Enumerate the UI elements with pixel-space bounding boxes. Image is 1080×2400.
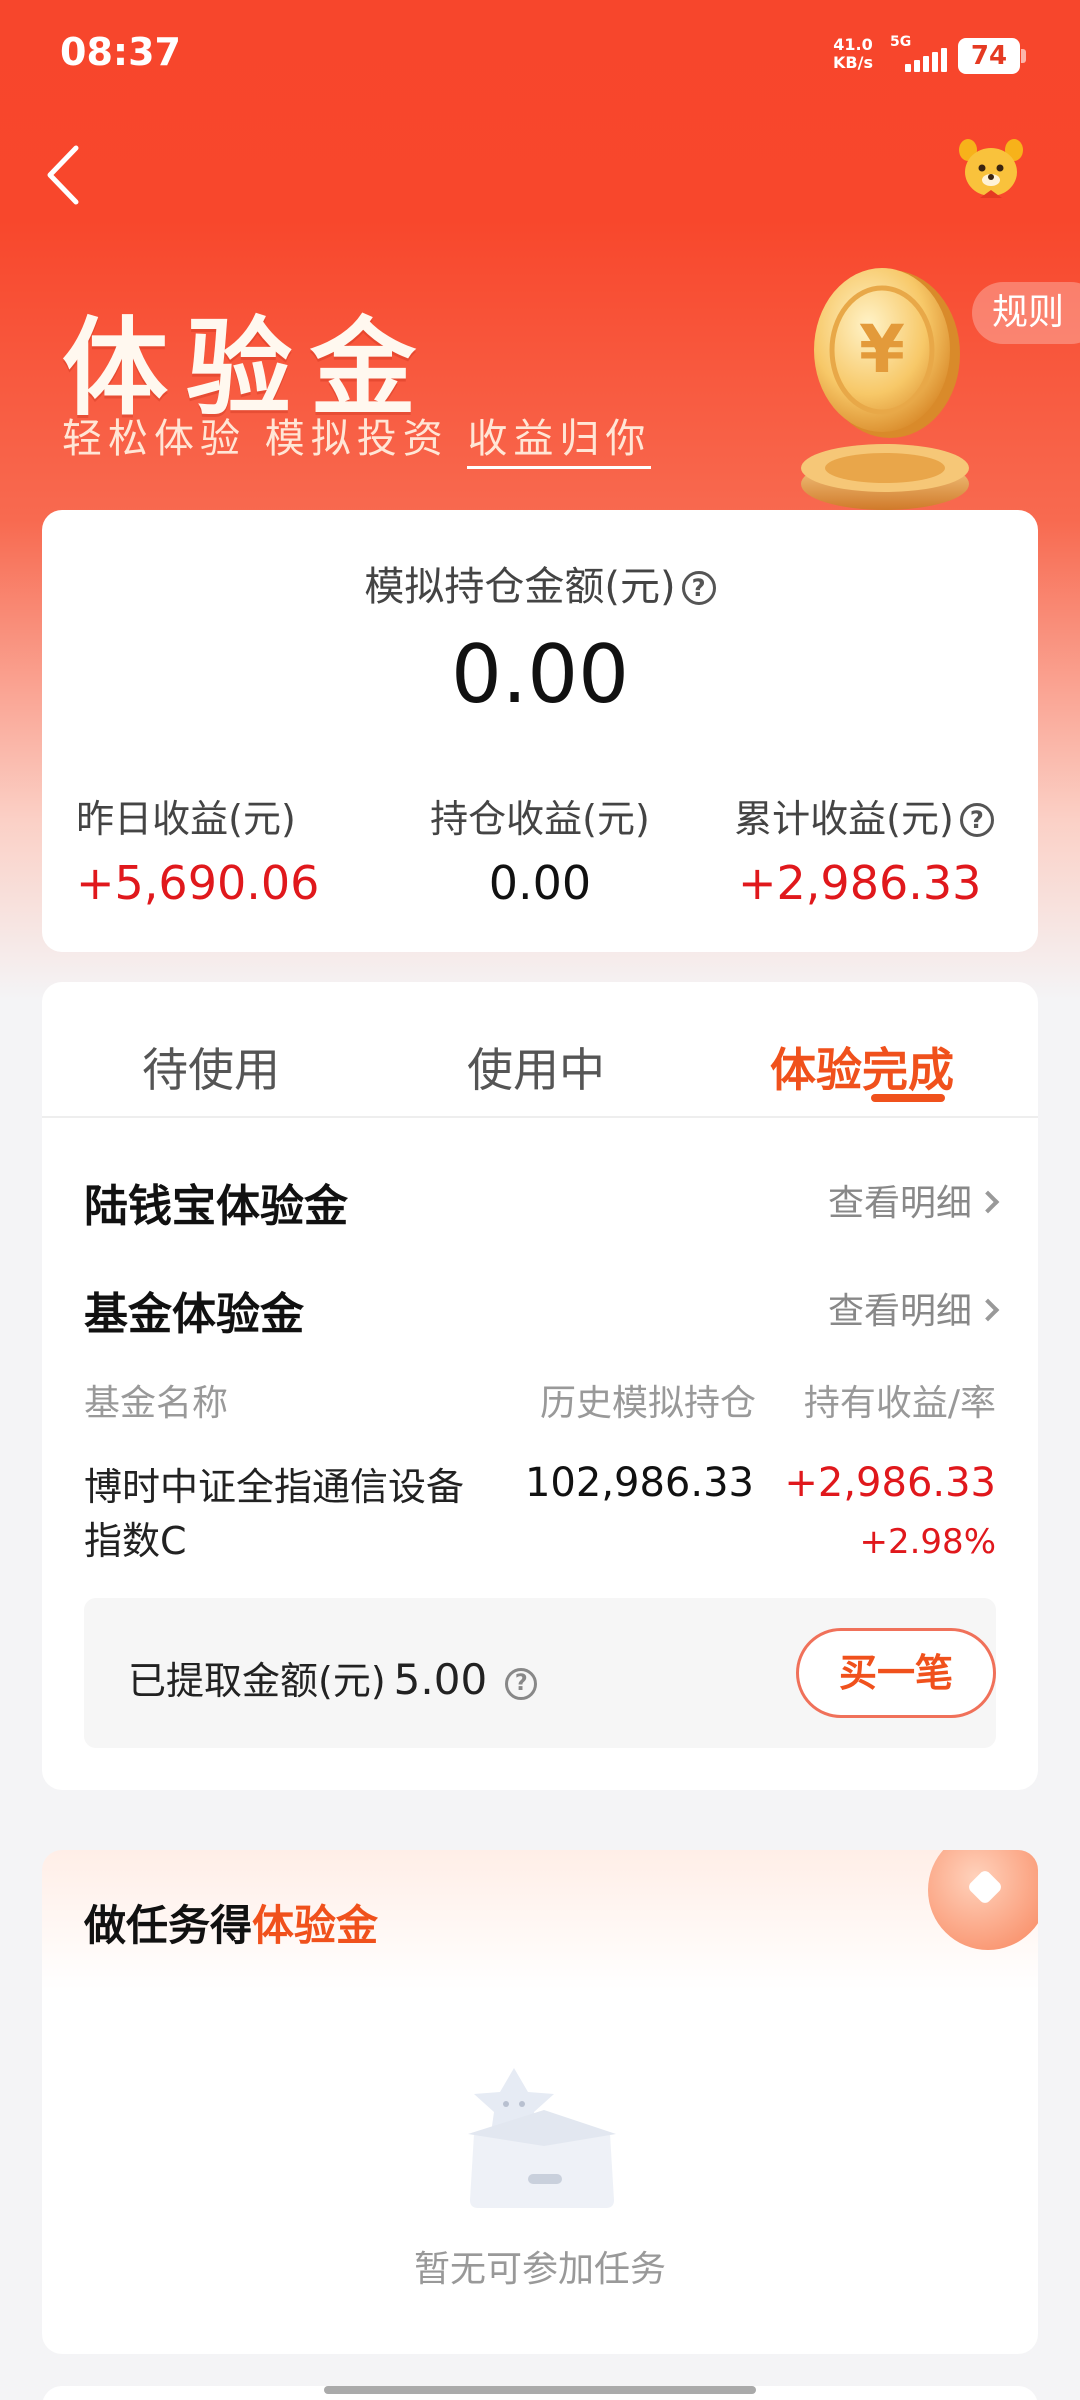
coin-icon: ¥: [790, 262, 980, 512]
tab-in-use[interactable]: 使用中: [467, 1034, 605, 1100]
net-speed: 41.0 KB/s: [828, 36, 878, 72]
column-gain-rate: 持有收益/率: [803, 1383, 996, 1424]
page-subtitle-text: 轻松体验 模拟投资: [62, 416, 468, 462]
summary-card: 模拟持仓金额(元)? 0.00 昨日收益(元) +5,690.06 持仓收益(元…: [42, 510, 1038, 952]
yesterday-gain-label: 昨日收益(元): [76, 797, 296, 841]
task-title-highlight: 体验金: [252, 1901, 379, 1950]
fund-experience-title: 基金体验金: [84, 1289, 304, 1340]
mock-holding-label-text: 模拟持仓金额(元): [364, 564, 676, 610]
mascot-icon[interactable]: [956, 136, 1026, 206]
task-decoration-icon: [928, 1850, 1038, 1950]
total-gain-value: +2,986.33: [738, 856, 982, 910]
page-subtitle-highlight: 收益归你: [467, 406, 652, 469]
column-fund-name: 基金名称: [84, 1383, 229, 1424]
total-gain-label: 累计收益(元)?: [714, 788, 1014, 843]
withdrawn-value: 5.00: [393, 1655, 488, 1704]
signal-icon: [905, 48, 949, 72]
task-title-prefix: 做任务得: [84, 1901, 253, 1950]
withdrawn-amount: 已提取金额(元) 5.00 ?: [128, 1650, 538, 1705]
tab-pending[interactable]: 待使用: [142, 1034, 280, 1100]
question-icon[interactable]: ?: [959, 803, 994, 837]
tab-indicator: [871, 1094, 945, 1102]
fund-detail-link[interactable]: 查看明细: [827, 1282, 1000, 1334]
experience-card: 待使用 使用中 体验完成 陆钱宝体验金 查看明细 基金体验金 查看明细 基金名称…: [42, 982, 1038, 1790]
buy-button[interactable]: 买一笔: [796, 1628, 996, 1718]
withdrawn-label: 已提取金额(元): [128, 1659, 386, 1703]
tab-completed[interactable]: 体验完成: [770, 1034, 954, 1100]
question-icon[interactable]: ?: [505, 1668, 538, 1700]
mock-holding-label: 模拟持仓金额(元)?: [42, 554, 1038, 612]
back-button[interactable]: [40, 140, 90, 210]
battery-icon: 74: [958, 38, 1026, 74]
status-bar: 08:37 41.0 KB/s 5G 74: [0, 0, 1080, 110]
back-arrow-icon: [47, 145, 79, 205]
column-history-holding: 历史模拟持仓: [540, 1383, 757, 1424]
holding-gain-label: 持仓收益(元): [430, 797, 650, 841]
fund-gain-rate: +2.98%: [859, 1522, 997, 1562]
chevron-right-icon: [976, 1190, 1000, 1214]
svg-text:¥: ¥: [859, 311, 905, 388]
withdrawn-box: 已提取金额(元) 5.00 ? 买一笔: [84, 1598, 996, 1748]
total-gain-label-text: 累计收益(元): [734, 797, 954, 841]
task-title: 做任务得体验金: [84, 1892, 378, 1953]
detail-link-label: 查看明细: [827, 1291, 972, 1332]
luqianbao-detail-link[interactable]: 查看明细: [827, 1174, 1000, 1226]
holding-gain-value: 0.00: [488, 856, 592, 910]
rules-button[interactable]: 规则: [972, 282, 1080, 344]
tab-divider: [42, 1116, 1038, 1118]
chevron-right-icon: [976, 1298, 1000, 1322]
empty-task-text: 暂无可参加任务: [413, 2249, 666, 2290]
net-speed-value: 41.0: [833, 35, 873, 54]
empty-box-icon: [454, 2050, 630, 2220]
detail-link-label: 查看明细: [827, 1183, 972, 1224]
fund-holding: 102,986.33: [524, 1460, 754, 1506]
page-subtitle: 轻松体验 模拟投资 收益归你: [62, 406, 652, 469]
fund-gain: +2,986.33: [784, 1460, 996, 1506]
home-indicator[interactable]: [324, 2386, 756, 2394]
question-icon[interactable]: ?: [681, 571, 716, 605]
fund-name[interactable]: 博时中证全指通信设备指数C: [84, 1460, 484, 1568]
mock-holding-value: 0.00: [450, 628, 630, 721]
task-card: 做任务得体验金 暂无可参加任务: [42, 1850, 1038, 2354]
luqianbao-title: 陆钱宝体验金: [84, 1181, 348, 1232]
net-speed-unit: KB/s: [833, 53, 873, 72]
yesterday-gain-value: +5,690.06: [76, 856, 320, 910]
status-time: 08:37: [60, 30, 181, 74]
